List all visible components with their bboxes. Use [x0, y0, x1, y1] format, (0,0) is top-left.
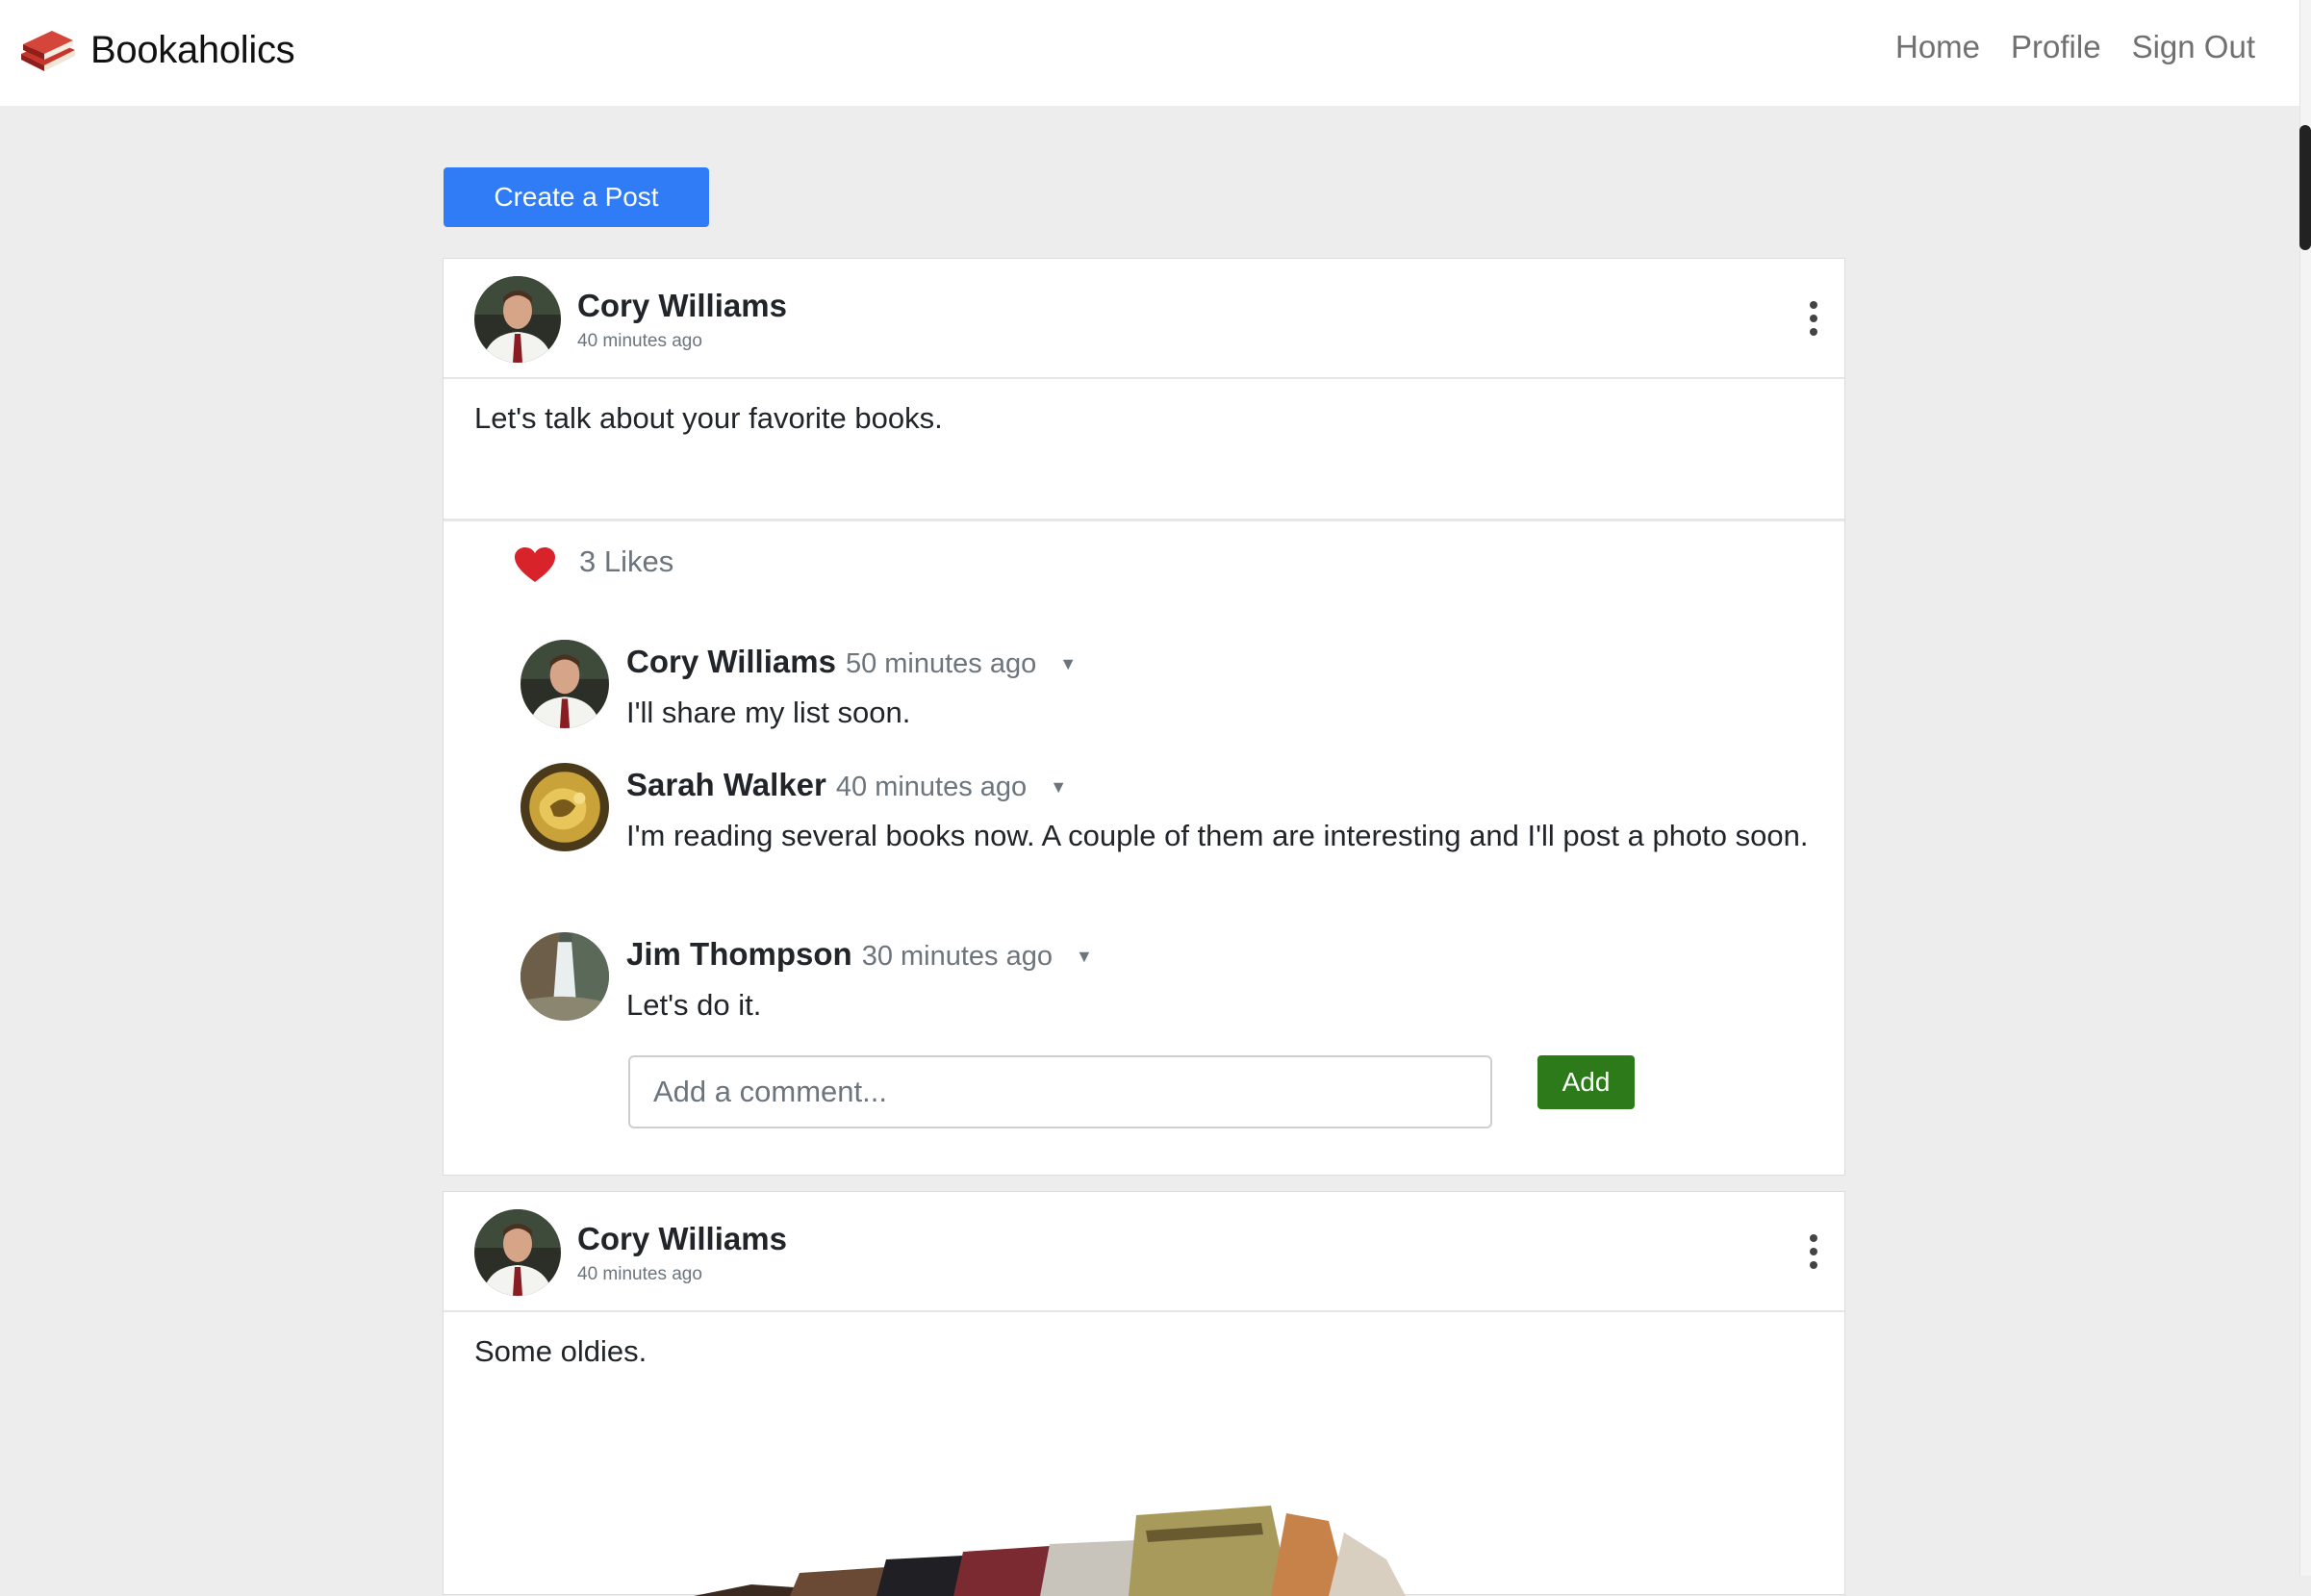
post-time: 40 minutes ago [577, 1264, 702, 1284]
comment-input[interactable] [628, 1055, 1492, 1128]
comment-time: 30 minutes ago [861, 941, 1053, 972]
comment-text: I'll share my list soon. [626, 696, 911, 729]
post-author[interactable]: Cory Williams [577, 1221, 787, 1257]
divider [444, 519, 1844, 521]
add-comment-button[interactable]: Add [1537, 1055, 1635, 1109]
comment-time: 50 minutes ago [845, 648, 1037, 679]
comment-text: I'm reading several books now. A couple … [626, 819, 1809, 852]
comment-author[interactable]: Cory Williams [626, 644, 836, 680]
scrollbar[interactable] [2299, 0, 2311, 1576]
vertical-dots-icon[interactable] [1806, 301, 1821, 340]
caret-down-icon[interactable]: ▼ [1059, 654, 1077, 674]
post-card: Cory Williams 40 minutes ago Some oldies… [443, 1191, 1845, 1596]
nav-home-link[interactable]: Home [1895, 29, 1980, 65]
nav-links: Home Profile Sign Out [1895, 29, 2255, 65]
avatar[interactable] [521, 932, 609, 1021]
navbar: Bookaholics Home Profile Sign Out [0, 0, 2311, 106]
avatar[interactable] [521, 763, 609, 851]
comment-header: Jim Thompson 30 minutes ago ▼ [626, 936, 1093, 973]
caret-down-icon[interactable]: ▼ [1076, 947, 1093, 967]
scrollbar-thumb[interactable] [2299, 125, 2311, 250]
avatar[interactable] [474, 1209, 561, 1296]
create-post-button[interactable]: Create a Post [444, 167, 709, 227]
comment-time: 40 minutes ago [835, 772, 1028, 802]
nav-sign-out-link[interactable]: Sign Out [2132, 29, 2255, 65]
post-body: Some oldies. [474, 1334, 648, 1368]
book-stack-icon [21, 31, 75, 71]
comment-header: Cory Williams 50 minutes ago ▼ [626, 644, 1077, 680]
post-time: 40 minutes ago [577, 331, 702, 351]
post-header: Cory Williams 40 minutes ago [444, 259, 1844, 379]
brand-name: Bookaholics [90, 28, 295, 71]
vertical-dots-icon[interactable] [1806, 1234, 1821, 1273]
likes-count[interactable]: 3 Likes [579, 545, 673, 579]
nav-profile-link[interactable]: Profile [2011, 29, 2101, 65]
avatar[interactable] [474, 276, 561, 363]
post-author[interactable]: Cory Williams [577, 288, 787, 324]
post-photo[interactable] [636, 1463, 1598, 1596]
comment-author[interactable]: Jim Thompson [626, 936, 852, 973]
avatar[interactable] [521, 640, 609, 728]
post-body: Let's talk about your favorite books. [474, 401, 943, 435]
post-header: Cory Williams 40 minutes ago [444, 1192, 1844, 1312]
comment-author[interactable]: Sarah Walker [626, 767, 826, 803]
heart-icon[interactable] [515, 547, 555, 584]
caret-down-icon[interactable]: ▼ [1050, 777, 1067, 798]
post-card: Cory Williams 40 minutes ago Let's talk … [443, 258, 1845, 1176]
comment-header: Sarah Walker 40 minutes ago ▼ [626, 767, 1067, 803]
comment-text: Let's do it. [626, 988, 762, 1022]
brand[interactable]: Bookaholics [17, 25, 295, 75]
